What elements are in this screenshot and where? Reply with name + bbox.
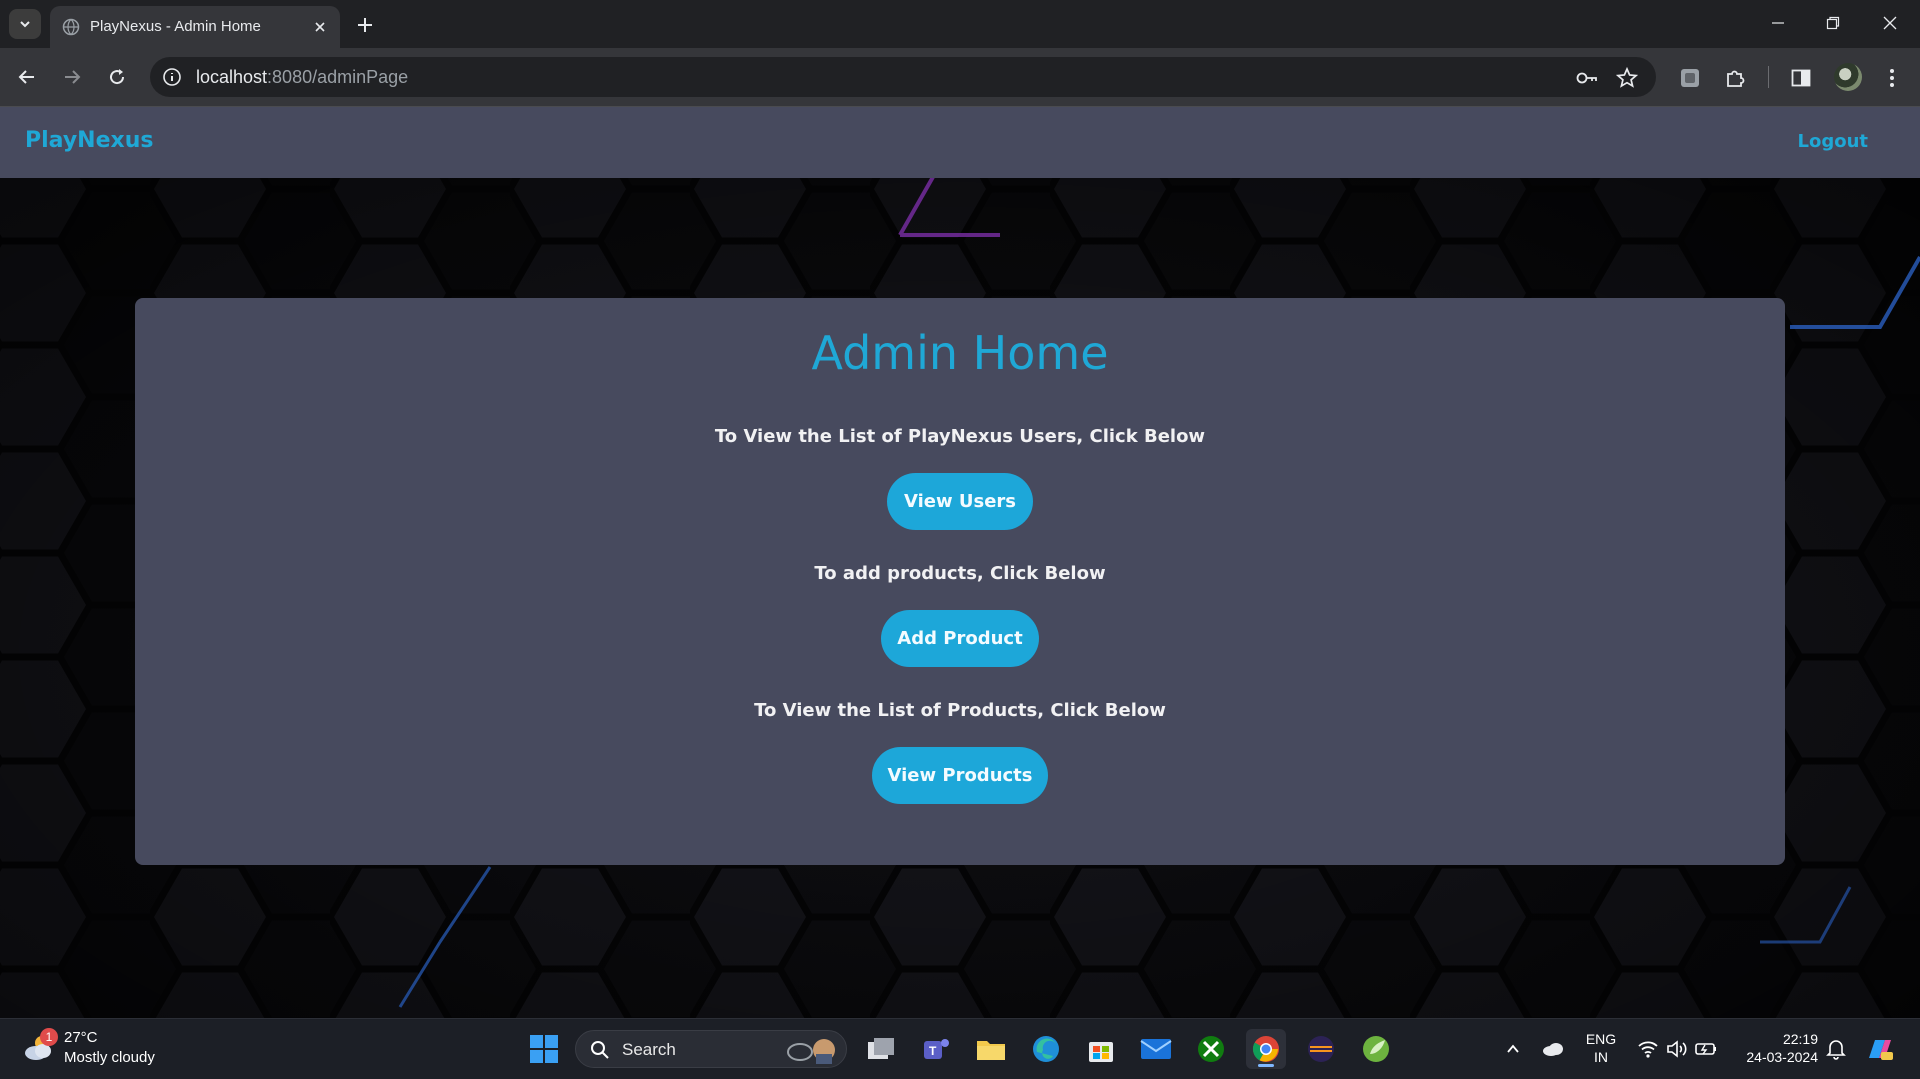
browser-tab-strip: PlayNexus - Admin Home xyxy=(0,0,1920,48)
extension-app-icon[interactable] xyxy=(1675,63,1705,93)
page-title: Admin Home xyxy=(811,326,1109,380)
url-host: localhost xyxy=(196,67,268,87)
address-bar[interactable]: localhost:8080/adminPage xyxy=(150,57,1656,97)
language-code: ENG xyxy=(1585,1031,1617,1047)
active-app-indicator xyxy=(1258,1064,1274,1067)
back-arrow-icon[interactable] xyxy=(12,62,42,92)
forward-arrow-icon[interactable] xyxy=(57,62,87,92)
view-users-prompt: To View the List of PlayNexus Users, Cli… xyxy=(714,426,1206,447)
add-product-button[interactable]: Add Product xyxy=(881,610,1039,667)
url-text: localhost:8080/adminPage xyxy=(196,67,408,88)
extensions-puzzle-icon[interactable] xyxy=(1720,63,1750,93)
more-menu-icon[interactable] xyxy=(1877,63,1907,93)
windows-taskbar: 1 27°C Mostly cloudy Search T ENG IN 22:… xyxy=(0,1018,1920,1079)
brand-logo-text[interactable]: PlayNexus xyxy=(25,128,153,153)
toolbar-divider xyxy=(1768,66,1769,88)
view-products-prompt: To View the List of Products, Click Belo… xyxy=(754,700,1166,721)
admin-home-card: Admin Home To View the List of PlayNexus… xyxy=(135,298,1785,865)
chevron-down-icon xyxy=(20,21,30,28)
restore-icon[interactable] xyxy=(1813,8,1853,38)
weather-description: Mostly cloudy xyxy=(64,1049,155,1066)
add-product-prompt: To add products, Click Below xyxy=(814,563,1106,584)
edge-browser-icon[interactable] xyxy=(1026,1029,1066,1069)
eclipse-ide-icon[interactable] xyxy=(1301,1029,1341,1069)
profile-avatar[interactable] xyxy=(1834,63,1862,91)
region-code: IN xyxy=(1594,1049,1608,1065)
file-explorer-icon[interactable] xyxy=(971,1029,1011,1069)
copilot-icon[interactable] xyxy=(1860,1029,1900,1069)
search-highlight-icon xyxy=(787,1039,835,1064)
logout-link[interactable]: Logout xyxy=(1797,131,1868,152)
globe-icon xyxy=(62,18,80,36)
new-tab-plus-icon[interactable] xyxy=(352,12,378,38)
show-hidden-icons-chevron-icon[interactable] xyxy=(1493,1029,1533,1069)
browser-toolbar: localhost:8080/adminPage xyxy=(0,48,1920,107)
teams-icon[interactable]: T xyxy=(916,1029,956,1069)
search-icon xyxy=(591,1041,609,1059)
weather-alert-badge: 1 xyxy=(40,1028,58,1046)
search-placeholder: Search xyxy=(622,1040,676,1059)
close-window-icon[interactable] xyxy=(1870,8,1910,38)
tab-search-button[interactable] xyxy=(9,9,41,39)
bookmark-star-icon[interactable] xyxy=(1614,65,1640,91)
clock-time: 22:19 xyxy=(1782,1031,1818,1047)
onedrive-cloud-icon[interactable] xyxy=(1533,1029,1573,1069)
reload-icon[interactable] xyxy=(102,62,132,92)
browser-tab-active[interactable]: PlayNexus - Admin Home xyxy=(50,6,340,48)
web-page: PlayNexus Logout Admin Home To View the … xyxy=(0,107,1920,1018)
windows-start-icon[interactable] xyxy=(524,1029,564,1069)
site-info-icon[interactable] xyxy=(160,65,184,89)
svg-text:T: T xyxy=(929,1044,937,1058)
chrome-icon[interactable] xyxy=(1246,1029,1286,1069)
xbox-icon[interactable] xyxy=(1191,1029,1231,1069)
mail-icon[interactable] xyxy=(1136,1029,1176,1069)
clock[interactable]: 22:19 24-03-2024 xyxy=(1734,1030,1818,1066)
language-indicator[interactable]: ENG IN xyxy=(1580,1030,1622,1066)
weather-temperature: 27°C xyxy=(64,1029,98,1046)
microsoft-store-icon[interactable] xyxy=(1081,1029,1121,1069)
site-navbar: PlayNexus Logout xyxy=(0,107,1920,178)
spring-tool-icon[interactable] xyxy=(1356,1029,1396,1069)
side-panel-icon[interactable] xyxy=(1786,63,1816,93)
url-path: :8080/adminPage xyxy=(267,67,409,87)
close-tab-icon[interactable] xyxy=(310,17,330,37)
task-view-icon[interactable] xyxy=(861,1029,901,1069)
view-products-button[interactable]: View Products xyxy=(872,747,1048,804)
password-key-icon[interactable] xyxy=(1574,65,1600,91)
battery-icon[interactable] xyxy=(1686,1029,1726,1069)
view-users-button[interactable]: View Users xyxy=(887,473,1033,530)
minimize-icon[interactable] xyxy=(1758,8,1798,38)
notifications-bell-icon[interactable] xyxy=(1816,1029,1856,1069)
clock-date: 24-03-2024 xyxy=(1746,1049,1818,1065)
tab-title: PlayNexus - Admin Home xyxy=(90,18,261,35)
taskbar-search-box[interactable]: Search xyxy=(575,1030,847,1068)
